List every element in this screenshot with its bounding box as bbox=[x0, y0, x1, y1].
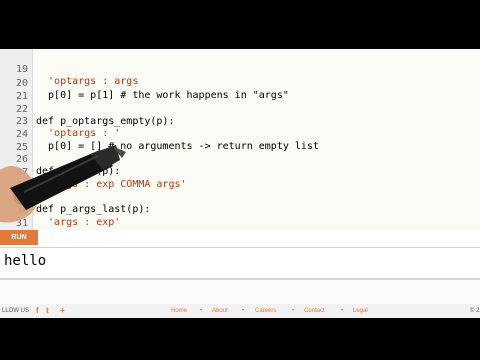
code-line: 22 def p_optargs_empty(p): bbox=[0, 91, 480, 128]
twitter-icon[interactable]: t bbox=[46, 306, 49, 315]
code-line: 29 def p_args_last(p): bbox=[0, 179, 480, 216]
code-line: 27 'args : exp COMMA args' bbox=[0, 154, 480, 191]
footer-link-legal[interactable]: Legal bbox=[353, 308, 368, 314]
divider bbox=[0, 247, 480, 248]
output-console: hello bbox=[0, 250, 480, 276]
code-editor[interactable]: 19 'optargs : args 20 p[0] = p[1] # the … bbox=[0, 49, 480, 230]
code-line: 25 bbox=[0, 129, 480, 153]
run-button[interactable]: RUN bbox=[0, 230, 38, 245]
output-text: hello bbox=[4, 253, 47, 269]
footer-link-home[interactable]: Home bbox=[171, 308, 187, 314]
code-line: 28 bbox=[0, 167, 480, 191]
google-plus-icon[interactable]: + bbox=[60, 306, 65, 315]
letterbox-bottom bbox=[0, 318, 480, 360]
code-line: 23 'optargs : ' bbox=[0, 103, 480, 140]
footer-separator-dot: • bbox=[341, 308, 344, 314]
code-line: 31 bbox=[0, 205, 480, 229]
facebook-icon[interactable]: f bbox=[36, 306, 39, 315]
code-line: 21 bbox=[0, 78, 480, 102]
footer-separator-dot: • bbox=[200, 308, 203, 314]
output-panel-empty bbox=[0, 280, 480, 305]
code-line: 32 bbox=[0, 217, 480, 231]
code-line: 20 p[0] = p[1] # the work happens in "ar… bbox=[0, 65, 480, 102]
code-line: 24 p[0] = [] # no arguments -> return em… bbox=[0, 116, 480, 153]
site-footer: LLOW US f t + Home • About • Careers • C… bbox=[0, 304, 480, 318]
footer-separator-dot: • bbox=[242, 308, 245, 314]
code-line: 30 'args : exp' bbox=[0, 192, 480, 229]
code-line: 19 'optargs : args bbox=[0, 51, 480, 88]
letterbox-top bbox=[0, 0, 480, 49]
footer-link-contact[interactable]: Contact bbox=[304, 308, 325, 314]
footer-link-about[interactable]: About bbox=[212, 308, 228, 314]
footer-link-careers[interactable]: Careers bbox=[255, 308, 276, 314]
follow-us-label: LLOW US bbox=[2, 308, 30, 314]
copyright-text: © 2 bbox=[470, 308, 480, 314]
code-line: 26 def p_args(p): bbox=[0, 141, 480, 178]
footer-separator-dot: • bbox=[292, 308, 295, 314]
